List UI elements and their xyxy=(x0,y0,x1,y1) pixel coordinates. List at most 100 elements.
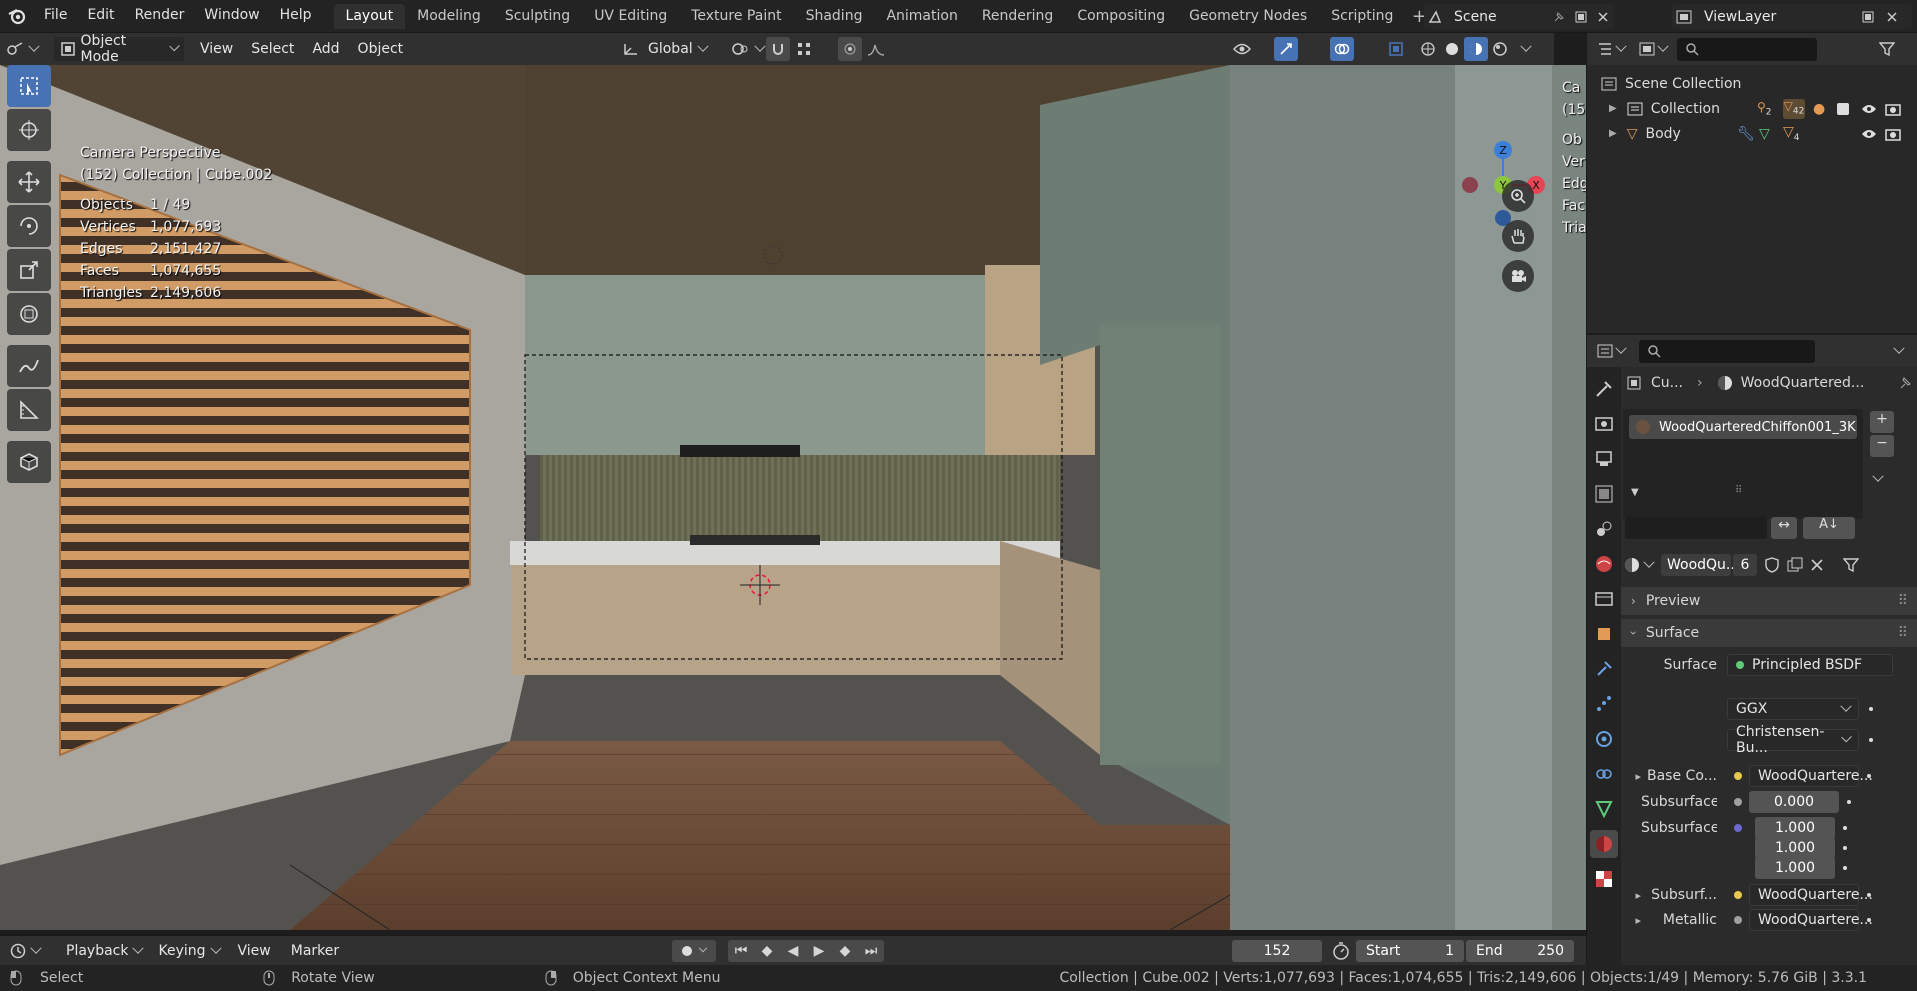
tab-texture-paint[interactable]: Texture Paint xyxy=(679,4,793,29)
props-tab-world[interactable] xyxy=(1590,550,1618,578)
subsurface-method-dropdown[interactable]: Christensen-Bu... xyxy=(1727,724,1873,756)
animate-dot-icon[interactable] xyxy=(1867,893,1871,897)
navigation-gizmo[interactable]: Z Y X X xyxy=(1438,140,1552,250)
end-frame-field[interactable]: End 250 xyxy=(1466,940,1574,962)
props-tab-scene[interactable] xyxy=(1590,515,1618,543)
linked-texture-field[interactable]: WoodQuartere... xyxy=(1749,765,1873,787)
value-field[interactable]: 1.000 xyxy=(1755,857,1835,879)
material-filter-icon[interactable] xyxy=(1843,557,1859,573)
tab-animation[interactable]: Animation xyxy=(874,4,969,29)
properties-options-icon[interactable] xyxy=(1887,339,1911,363)
tab-scripting[interactable]: Scripting xyxy=(1319,4,1405,29)
stopwatch-icon[interactable] xyxy=(1332,942,1350,960)
tab-compositing[interactable]: Compositing xyxy=(1065,4,1177,29)
material-slot-item[interactable]: WoodQuarteredChiffon001_3K xyxy=(1629,415,1857,439)
props-tab-object[interactable] xyxy=(1590,620,1618,648)
secondary-viewport-strip[interactable]: Ca (15 Ob Ver Edg Fac Tria xyxy=(1552,65,1586,930)
animate-dot-icon[interactable] xyxy=(1847,800,1851,804)
props-tab-physics[interactable] xyxy=(1590,725,1618,753)
record-toggle-icon[interactable] xyxy=(672,940,716,962)
pivot-dropdown[interactable] xyxy=(724,37,770,61)
jump-end-icon[interactable]: ⏭ xyxy=(858,943,884,959)
expand-arrow-icon[interactable]: ▶ xyxy=(1609,128,1617,139)
editor-type-dropdown[interactable] xyxy=(0,37,46,61)
delete-view-layer-icon[interactable] xyxy=(1880,5,1904,29)
fake-user-shield-icon[interactable] xyxy=(1765,557,1779,573)
drag-handle-icon[interactable]: ⠿ xyxy=(1898,625,1908,641)
surface-panel-header[interactable]: › Surface ⠿ xyxy=(1621,619,1917,647)
marker-menu[interactable]: Marker xyxy=(285,939,345,963)
menu-window[interactable]: Window xyxy=(194,0,269,33)
expand-arrow-icon[interactable]: ▶ xyxy=(1609,103,1617,114)
add-slot-button[interactable]: + xyxy=(1870,411,1894,433)
annotate-tool[interactable] xyxy=(7,345,51,387)
props-tab-view-layer[interactable] xyxy=(1590,480,1618,508)
mode-dropdown[interactable]: Object Mode xyxy=(54,33,184,65)
list-filter-toggle-icon[interactable]: ▼ xyxy=(1631,487,1639,498)
socket-dot-icon[interactable] xyxy=(1727,916,1749,924)
axis-gizmo-icon[interactable]: Z Y X X xyxy=(1438,140,1552,250)
menu-render[interactable]: Render xyxy=(125,0,195,33)
menu-file[interactable]: File xyxy=(34,0,77,33)
menu-help[interactable]: Help xyxy=(270,0,322,33)
snap-toggle-icon[interactable] xyxy=(766,37,790,61)
expand-arrow-icon[interactable]: ▸ xyxy=(1621,914,1641,927)
props-tab-constraints[interactable] xyxy=(1590,760,1618,788)
props-tab-render[interactable] xyxy=(1590,410,1618,438)
visibility-icon[interactable] xyxy=(1230,37,1254,61)
select-box-tool[interactable] xyxy=(7,65,51,107)
outliner-search-input[interactable] xyxy=(1677,37,1817,61)
view-layer-name[interactable]: ViewLayer xyxy=(1696,5,1856,28)
props-tab-texture[interactable] xyxy=(1590,865,1618,893)
props-tab-material[interactable] xyxy=(1590,830,1618,858)
tab-rendering[interactable]: Rendering xyxy=(970,4,1066,29)
preview-panel-header[interactable]: › Preview ⠿ xyxy=(1621,587,1917,615)
animate-dot-icon[interactable] xyxy=(1843,846,1847,850)
animate-dot-icon[interactable] xyxy=(1869,707,1873,711)
play-reverse-icon[interactable]: ◀ xyxy=(780,943,806,959)
socket-dot-icon[interactable] xyxy=(1727,824,1749,832)
material-preview-icon[interactable] xyxy=(1464,37,1488,61)
socket-dot-icon[interactable] xyxy=(1727,772,1749,780)
add-cube-tool[interactable] xyxy=(7,441,51,483)
scene-selector[interactable]: Scene xyxy=(1424,4,1614,29)
camera-render-icon[interactable] xyxy=(1885,102,1901,116)
props-tab-modifier[interactable] xyxy=(1590,655,1618,683)
transform-tool[interactable] xyxy=(7,293,51,335)
start-frame-field[interactable]: Start 1 xyxy=(1356,940,1464,962)
duplicate-material-icon[interactable] xyxy=(1787,557,1803,573)
playback-menu[interactable]: Playback xyxy=(60,939,148,963)
animate-dot-icon[interactable] xyxy=(1843,826,1847,830)
scene-name[interactable]: Scene xyxy=(1446,5,1548,28)
outliner-scene-collection[interactable]: Scene Collection xyxy=(1587,71,1917,96)
tab-modeling[interactable]: Modeling xyxy=(405,4,493,29)
drag-handle-icon[interactable]: ⠿ xyxy=(1898,593,1908,609)
animate-dot-icon[interactable] xyxy=(1867,918,1871,922)
exclude-checkbox[interactable] xyxy=(1837,102,1849,115)
keying-menu[interactable]: Keying xyxy=(152,939,225,963)
shading-options-icon[interactable] xyxy=(1514,37,1538,61)
display-mode-icon[interactable] xyxy=(1635,37,1659,61)
wireframe-shading-icon[interactable] xyxy=(1416,37,1440,61)
xray-toggle-icon[interactable] xyxy=(1384,37,1408,61)
jump-start-icon[interactable]: ⏮ xyxy=(728,943,754,959)
linked-texture-field[interactable]: WoodQuartere... xyxy=(1749,884,1873,906)
expand-arrow-icon[interactable]: ▸ xyxy=(1621,770,1641,783)
outliner-item-body[interactable]: ▶ ▽ Body 🔧︎ ▽ ▽4 xyxy=(1587,121,1917,146)
prev-keyframe-icon[interactable]: ◆ xyxy=(754,943,780,959)
animate-dot-icon[interactable] xyxy=(1867,774,1871,778)
outliner-item-collection[interactable]: ▶ Collection ⚲2 ▽42 ● xyxy=(1587,96,1917,121)
pin-icon[interactable] xyxy=(1548,5,1570,29)
linked-texture-field[interactable]: WoodQuartere... xyxy=(1749,909,1873,931)
timeline-editor-type[interactable] xyxy=(4,939,54,963)
new-scene-icon[interactable] xyxy=(1570,5,1592,29)
timeline-view-menu[interactable]: View xyxy=(232,939,277,963)
value-field[interactable]: 0.000 xyxy=(1749,791,1839,813)
unlink-material-icon[interactable] xyxy=(1811,559,1823,571)
blender-logo-icon[interactable] xyxy=(0,0,34,33)
rendered-shading-icon[interactable] xyxy=(1488,37,1512,61)
tab-layout[interactable]: Layout xyxy=(333,4,406,29)
pin-icon[interactable] xyxy=(1898,376,1912,390)
measure-tool[interactable] xyxy=(7,389,51,431)
socket-dot-icon[interactable] xyxy=(1727,798,1749,806)
